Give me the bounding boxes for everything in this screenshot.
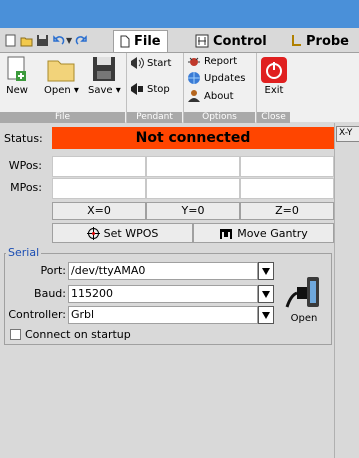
port-label: Port: xyxy=(40,264,66,277)
tab-x-y[interactable]: X-Y xyxy=(336,126,359,142)
updates-label: Updates xyxy=(204,72,246,84)
tab-file-label: File xyxy=(134,34,161,49)
chevron-down-icon[interactable] xyxy=(258,306,274,324)
control-icon xyxy=(195,34,209,48)
mpos-z xyxy=(240,178,334,199)
tab-file[interactable]: File xyxy=(113,30,168,52)
tab-control-label: Control xyxy=(213,33,267,49)
serial-title: Serial xyxy=(6,246,42,259)
ribbon-group-close: Exit Close xyxy=(256,53,290,123)
status-label: Status: xyxy=(4,132,43,145)
file-icon xyxy=(120,35,130,48)
report-label: Report xyxy=(204,55,238,67)
controller-combobox[interactable]: Grbl xyxy=(68,306,274,324)
set-wpos-label: Set WPOS xyxy=(103,226,159,240)
mpos-x xyxy=(52,178,146,199)
new-file-icon[interactable] xyxy=(4,34,17,47)
zero-x-button[interactable]: X=0 xyxy=(52,202,146,220)
open-serial-label: Open xyxy=(290,313,318,324)
zero-y-button[interactable]: Y=0 xyxy=(146,202,240,220)
chevron-down-icon[interactable] xyxy=(258,262,274,280)
baud-value: 115200 xyxy=(71,287,113,300)
crosshair-icon xyxy=(86,226,100,240)
window-title-bar xyxy=(0,0,359,28)
about-button[interactable]: About xyxy=(187,89,234,103)
pendant-stop-icon xyxy=(131,83,143,95)
control-panel: Status: Not connected WPos: MPos: X=0 Y=… xyxy=(0,123,335,458)
ribbon-tab-bar: ▼ File Control Probe xyxy=(0,28,359,52)
ribbon: New Open ▾ Save ▾ File Start Stop Pendan… xyxy=(0,52,359,123)
exit-button[interactable]: Exit xyxy=(261,57,287,96)
baud-label: Baud: xyxy=(34,287,66,300)
tab-probe[interactable]: Probe xyxy=(284,30,355,52)
connect-on-startup-row[interactable]: Connect on startup xyxy=(10,328,131,341)
save-icon xyxy=(93,57,116,81)
redo-icon[interactable] xyxy=(75,34,88,47)
pendant-stop-button[interactable]: Stop xyxy=(130,82,170,96)
exit-label: Exit xyxy=(264,85,284,96)
undo-icon[interactable] xyxy=(52,34,65,47)
power-icon xyxy=(261,57,287,83)
new-file-icon xyxy=(7,56,26,81)
ribbon-group-options: Report Updates About Options xyxy=(183,53,255,123)
canvas-panel xyxy=(336,123,359,458)
zero-z-button[interactable]: Z=0 xyxy=(240,202,334,220)
mpos-y xyxy=(146,178,240,199)
set-wpos-button[interactable]: Set WPOS xyxy=(52,223,193,243)
wpos-x xyxy=(52,156,146,177)
save-icon[interactable] xyxy=(36,34,49,47)
quick-access-toolbar: ▼ xyxy=(4,32,88,49)
status-row: Status: Not connected xyxy=(2,127,334,149)
report-bug-icon xyxy=(188,57,200,66)
save-button[interactable]: Save ▾ xyxy=(88,55,121,96)
serial-plug-icon xyxy=(285,277,319,308)
move-gantry-button[interactable]: Move Gantry xyxy=(193,223,334,243)
probe-icon xyxy=(292,35,301,46)
controller-value: Grbl xyxy=(71,308,95,321)
wpos-label: WPos: xyxy=(8,159,42,172)
tab-control[interactable]: Control xyxy=(189,30,273,52)
about-label: About xyxy=(204,90,234,102)
open-folder-icon xyxy=(47,60,75,82)
wpos-z xyxy=(240,156,334,177)
baud-combobox[interactable]: 115200 xyxy=(68,285,274,303)
ribbon-group-pendant: Start Stop Pendant xyxy=(126,53,182,123)
controller-label: Controller: xyxy=(8,308,66,321)
port-value: /dev/ttyAMA0 xyxy=(71,264,146,277)
new-label: New xyxy=(6,85,28,96)
open-label: Open ▾ xyxy=(44,85,79,96)
wpos-y xyxy=(146,156,240,177)
report-button[interactable]: Report xyxy=(187,55,237,67)
ribbon-group-file-label: File xyxy=(0,112,125,123)
tab-probe-label: Probe xyxy=(306,33,349,49)
new-button[interactable]: New xyxy=(6,55,28,96)
gantry-icon xyxy=(220,228,233,239)
pendant-start-label: Start xyxy=(147,57,172,69)
ribbon-group-pendant-label: Pendant xyxy=(127,112,182,123)
move-gantry-label: Move Gantry xyxy=(237,226,308,240)
open-serial-button[interactable]: Open xyxy=(282,273,326,333)
connect-on-startup-checkbox[interactable] xyxy=(10,329,21,340)
updates-button[interactable]: Updates xyxy=(187,71,245,85)
pendant-start-icon xyxy=(131,57,144,69)
open-folder-icon[interactable] xyxy=(20,34,33,47)
ribbon-group-close-label: Close xyxy=(257,112,290,123)
status-value: Not connected xyxy=(52,127,334,149)
connect-on-startup-label: Connect on startup xyxy=(25,328,131,341)
chevron-down-icon[interactable] xyxy=(258,285,274,303)
updates-globe-icon xyxy=(188,72,200,84)
about-user-icon xyxy=(188,90,200,102)
undo-dropdown-icon[interactable]: ▼ xyxy=(66,36,72,45)
ribbon-group-options-label: Options xyxy=(184,112,255,123)
ribbon-group-file: New Open ▾ Save ▾ File xyxy=(0,53,125,123)
pendant-start-button[interactable]: Start xyxy=(130,56,171,70)
mpos-label: MPos: xyxy=(10,181,42,194)
pendant-stop-label: Stop xyxy=(147,83,170,95)
open-button[interactable]: Open ▾ xyxy=(44,55,79,96)
port-combobox[interactable]: /dev/ttyAMA0 xyxy=(68,262,274,280)
save-label: Save ▾ xyxy=(88,85,121,96)
